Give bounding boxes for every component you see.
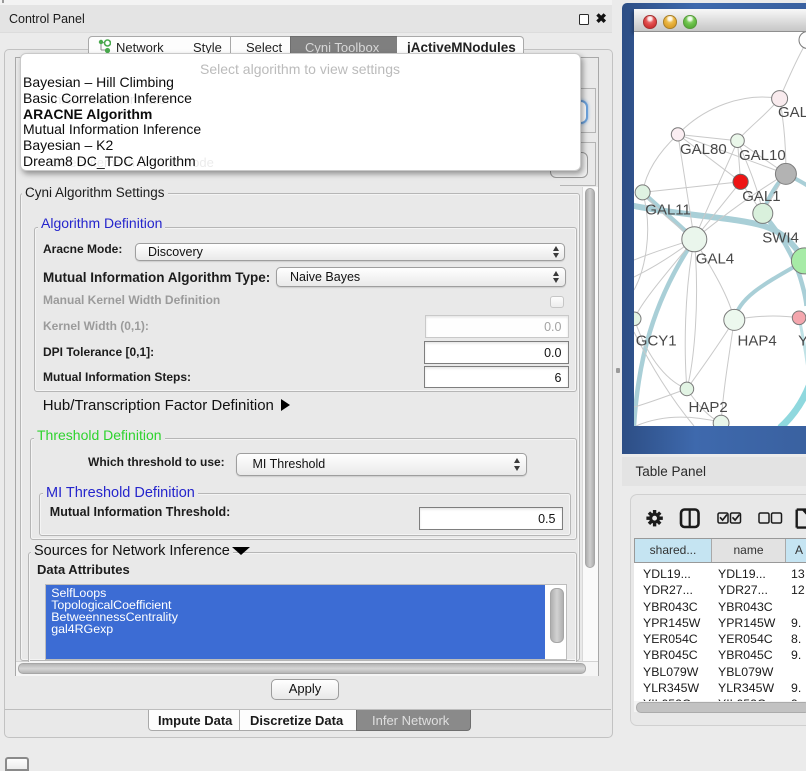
svg-text:GAL80: GAL80 bbox=[680, 141, 727, 158]
svg-text:HAP4: HAP4 bbox=[737, 332, 776, 349]
svg-text:GAL11: GAL11 bbox=[645, 201, 691, 218]
svg-text:GAL4: GAL4 bbox=[695, 250, 733, 267]
svg-text:GAL7: GAL7 bbox=[778, 104, 806, 121]
svg-text:SWI4: SWI4 bbox=[762, 229, 799, 246]
svg-text:Y: Y bbox=[798, 332, 806, 349]
svg-text:GAL1: GAL1 bbox=[742, 188, 780, 205]
svg-text:GAL10: GAL10 bbox=[739, 147, 786, 164]
svg-text:HAP2: HAP2 bbox=[688, 399, 727, 416]
svg-text:GCY1: GCY1 bbox=[635, 332, 676, 349]
